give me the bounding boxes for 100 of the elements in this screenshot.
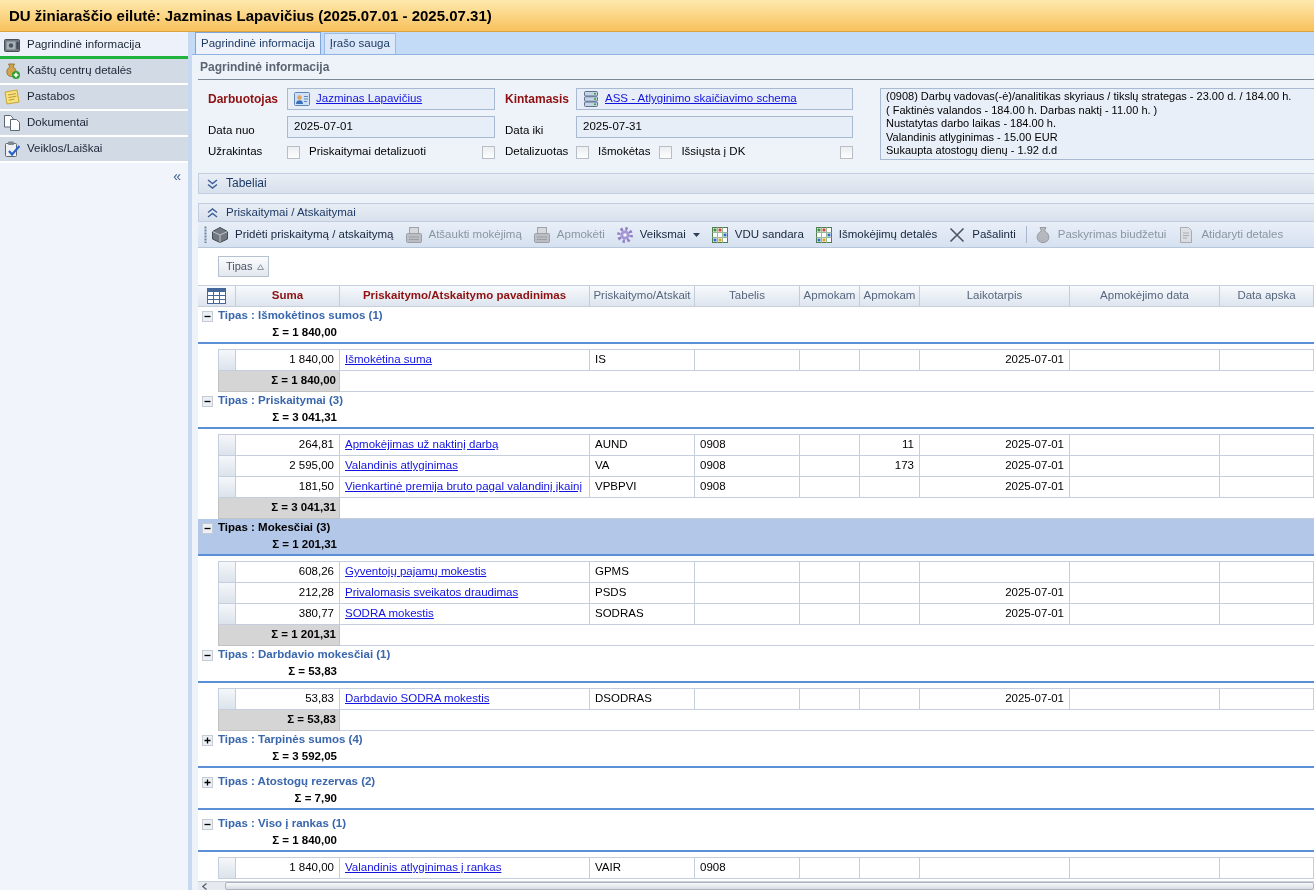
- group-row[interactable]: Tipas : Viso į rankas (1) Σ = 1 840,00: [198, 815, 1314, 852]
- minus-icon[interactable]: [202, 310, 213, 322]
- row-selector[interactable]: [218, 689, 236, 710]
- scroll-left-icon[interactable]: [202, 882, 207, 890]
- column-header[interactable]: Apmokam: [860, 286, 920, 306]
- group-title: Tipas : Darbdavio mokesčiai (1): [218, 648, 391, 662]
- column-header[interactable]: Apmokam: [800, 286, 860, 306]
- plus-icon[interactable]: [202, 776, 213, 788]
- column-header[interactable]: Data apska: [1220, 286, 1314, 306]
- delete-icon: [949, 226, 966, 243]
- table-cell: PSDS: [590, 583, 695, 604]
- group-row[interactable]: Tipas : Darbdavio mokesčiai (1) Σ = 53,83: [198, 646, 1314, 683]
- table-cell: 173: [860, 456, 920, 477]
- group-row[interactable]: Tipas : Tarpinės sumos (4) Σ = 3 592,05: [198, 731, 1314, 768]
- sidebar-item[interactable]: Veiklos/Laiškai: [0, 137, 188, 163]
- table-cell: 2025-07-01: [920, 689, 1070, 710]
- entry-link[interactable]: Valandinis atlyginimas į rankas: [345, 861, 502, 875]
- checkbox[interactable]: [482, 145, 495, 159]
- column-header[interactable]: Suma: [236, 286, 340, 306]
- column-header[interactable]: Priskaitymo/Atskaitymo pavadinimas: [340, 286, 590, 306]
- checkbox[interactable]: [840, 145, 853, 159]
- summary-line: Nustatytas darbo laikas - 184.00 h.: [886, 117, 1057, 131]
- minus-icon[interactable]: [202, 395, 213, 407]
- sidebar-item[interactable]: Pagrindinė informacija: [0, 33, 188, 59]
- plus-icon[interactable]: [202, 734, 213, 746]
- entry-link[interactable]: Vienkartinė premija bruto pagal valandinį įkainį: [345, 480, 582, 494]
- entry-link[interactable]: Gyventojų pajamų mokestis: [345, 565, 487, 579]
- checkbox-label: Išsiųsta į DK: [681, 145, 746, 159]
- column-header[interactable]: Priskaitymo/Atskait: [590, 286, 695, 306]
- group-title: Tipas : Atostogų rezervas (2): [218, 775, 376, 789]
- tab[interactable]: Pagrindinė informacija: [195, 32, 321, 54]
- column-header[interactable]: Tabelis: [695, 286, 800, 306]
- group-row[interactable]: Tipas : Atostogų rezervas (2) Σ = 7,90: [198, 773, 1314, 810]
- table-cell: [860, 477, 920, 498]
- table-cell: DSODRAS: [590, 689, 695, 710]
- group-row[interactable]: Tipas : Mokesčiai (3) Σ = 1 201,31: [198, 519, 1314, 556]
- row-selector[interactable]: [218, 456, 236, 477]
- row-selector[interactable]: [218, 858, 236, 879]
- collapse-button[interactable]: «: [173, 169, 181, 183]
- group-row[interactable]: Tipas : Priskaitymai (3) Σ = 3 041,31: [198, 392, 1314, 429]
- sidebar-item[interactable]: Pastabos: [0, 85, 188, 111]
- entry-link[interactable]: Valandinis atlyginimas: [345, 459, 458, 473]
- table-cell: 2025-07-01: [920, 456, 1070, 477]
- panel-header[interactable]: Priskaitymai / Atskaitymai: [198, 203, 1314, 222]
- entry-link[interactable]: Privalomasis sveikatos draudimas: [345, 586, 519, 600]
- money-bag-icon: [1034, 226, 1051, 243]
- group-total: Σ = 1 840,00: [218, 371, 340, 392]
- table-cell: AUND: [590, 435, 695, 456]
- sidebar-item[interactable]: Dokumentai: [0, 111, 188, 137]
- row-selector[interactable]: [218, 477, 236, 498]
- vdu-structure-button[interactable]: VDU sandara: [706, 223, 809, 246]
- group-row[interactable]: Tipas : Išmokėtinos sumos (1) Σ = 1 840,00: [198, 307, 1314, 344]
- minus-icon[interactable]: [202, 649, 213, 661]
- employee-field[interactable]: Jazminas Lapavičius: [287, 88, 495, 110]
- checkbox[interactable]: [576, 145, 589, 159]
- date-field[interactable]: 2025-07-01: [287, 116, 495, 138]
- row-selector[interactable]: [218, 562, 236, 583]
- group-by-chip[interactable]: Tipas: [218, 256, 269, 277]
- payment-details-button[interactable]: Išmokėjimų detalės: [810, 223, 943, 246]
- delete-button[interactable]: Pašalinti: [944, 223, 1021, 246]
- variable-field[interactable]: ASS - Atlyginimo skaičiavimo schema: [576, 88, 853, 110]
- group-title: Tipas : Tarpinės sumos (4): [218, 733, 363, 747]
- summary-line: ( Faktinės valandos - 184.00 h. Darbas naktį - 11.00 h. ): [886, 103, 1159, 118]
- table-cell: 264,81: [236, 435, 340, 456]
- entry-link[interactable]: Darbdavio SODRA mokestis: [345, 692, 490, 706]
- grip-icon[interactable]: [204, 226, 207, 243]
- actions-dropdown[interactable]: Veiksmai: [611, 223, 705, 246]
- group-total: Σ = 1 201,31: [218, 625, 340, 646]
- row-selector[interactable]: [218, 604, 236, 625]
- entry-link[interactable]: Apmokėjimas už naktinį darbą: [345, 438, 499, 452]
- entry-link[interactable]: SODRA mokestis: [345, 607, 434, 621]
- employee-link[interactable]: Jazminas Lapavičius: [316, 92, 423, 106]
- date-field[interactable]: 2025-07-31: [576, 116, 853, 138]
- entry-link[interactable]: Išmokėtina suma: [345, 353, 432, 367]
- group-sum: Σ = 1 840,00: [272, 326, 337, 340]
- row-selector[interactable]: [218, 435, 236, 456]
- column-header[interactable]: Laikotarpis: [920, 286, 1070, 306]
- sidebar-item[interactable]: Kaštų centrų detalės: [0, 59, 188, 85]
- minus-icon[interactable]: [202, 818, 213, 830]
- row-selector[interactable]: [218, 583, 236, 604]
- table-icon[interactable]: [207, 288, 226, 304]
- summary-textbox[interactable]: [880, 88, 1314, 160]
- server-icon: [583, 91, 599, 107]
- table-cell: 2025-07-01: [920, 583, 1070, 604]
- tab[interactable]: Įrašo sauga: [323, 33, 396, 54]
- gear-icon: [616, 226, 633, 243]
- checkbox[interactable]: [287, 145, 300, 159]
- row-selector[interactable]: [218, 350, 236, 371]
- field-label: Darbuotojas: [208, 91, 278, 107]
- table-cell: [800, 456, 860, 477]
- checkbox[interactable]: [659, 145, 673, 159]
- column-header[interactable]: Apmokėjimo data: [1070, 286, 1220, 306]
- add-entry-button[interactable]: Pridėti priskaitymą / atskaitymą: [207, 223, 399, 246]
- sort-icon: [256, 263, 264, 270]
- printer-icon: [405, 226, 422, 243]
- panel-header[interactable]: Tabeliai: [198, 173, 1314, 194]
- table-cell: 2 595,00: [236, 456, 340, 477]
- table-cell: 0908: [695, 456, 800, 477]
- variable-link[interactable]: ASS - Atlyginimo skaičiavimo schema: [605, 92, 797, 106]
- minus-icon[interactable]: [202, 522, 213, 534]
